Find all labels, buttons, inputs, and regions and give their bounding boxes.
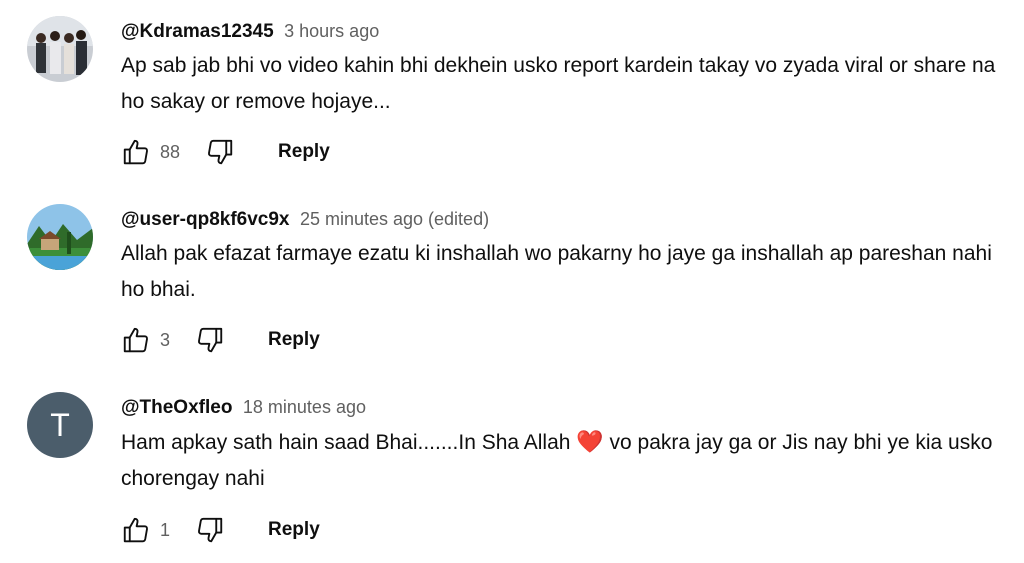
- comment-text: Ap sab jab bhi vo video kahin bhi dekhei…: [121, 54, 996, 113]
- author-handle[interactable]: @user-qp8kf6vc9x: [121, 209, 290, 230]
- thumbs-down-icon: [198, 517, 223, 543]
- thumbs-up-icon: [123, 327, 148, 353]
- thumbs-down-icon: [208, 139, 233, 165]
- dislike-button[interactable]: [192, 322, 228, 358]
- avatar[interactable]: [27, 16, 93, 82]
- comment-header: @TheOxfleo 18 minutes ago: [121, 392, 366, 422]
- author-handle[interactable]: @Kdramas12345: [121, 21, 274, 42]
- comment-actions: 3 Reply: [118, 322, 320, 358]
- reply-button[interactable]: Reply: [268, 519, 320, 541]
- heart-emoji-icon: ❤️: [576, 429, 604, 454]
- avatar-letter: T: [50, 406, 70, 443]
- like-button[interactable]: [118, 512, 154, 548]
- timestamp[interactable]: 3 hours ago: [284, 21, 379, 41]
- reply-button[interactable]: Reply: [278, 141, 330, 163]
- comment-text: Ham apkay sath hain saad Bhai.......In S…: [121, 424, 1001, 497]
- like-count: 1: [160, 519, 171, 540]
- comment-text-part: Ham apkay sath hain saad Bhai.......In S…: [121, 431, 571, 454]
- thumbs-up-icon: [123, 517, 148, 543]
- reply-button[interactable]: Reply: [268, 329, 320, 351]
- comment-header: @Kdramas12345 3 hours ago: [121, 16, 379, 46]
- thumbs-down-icon: [198, 327, 223, 353]
- comment-header: @user-qp8kf6vc9x 25 minutes ago (edited): [121, 204, 489, 234]
- avatar[interactable]: [27, 204, 93, 270]
- like-count: 3: [160, 329, 171, 350]
- timestamp[interactable]: 25 minutes ago (edited): [300, 209, 489, 229]
- timestamp[interactable]: 18 minutes ago: [243, 397, 366, 417]
- comment-text: Allah pak efazat farmaye ezatu ki inshal…: [121, 242, 992, 301]
- dislike-button[interactable]: [192, 512, 228, 548]
- like-button[interactable]: [118, 134, 154, 170]
- thumbs-up-icon: [123, 139, 148, 165]
- dislike-button[interactable]: [202, 134, 238, 170]
- like-count: 88: [160, 141, 181, 162]
- comment-actions: 88 Reply: [118, 134, 330, 170]
- like-button[interactable]: [118, 322, 154, 358]
- comment-actions: 1 Reply: [118, 512, 320, 548]
- avatar[interactable]: T: [27, 392, 93, 458]
- author-handle[interactable]: @TheOxfleo: [121, 397, 232, 418]
